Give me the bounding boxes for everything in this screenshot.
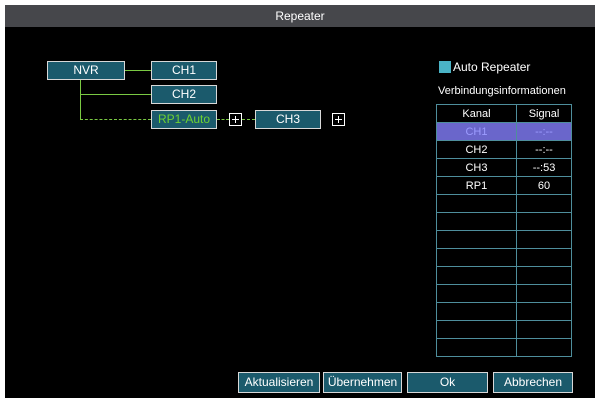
cell-signal (516, 212, 572, 231)
link-rp1-ch3 (242, 119, 255, 120)
window-title: Repeater (5, 5, 595, 27)
cell-kanal (436, 320, 517, 339)
cell-signal (516, 338, 572, 357)
auto-repeater-label: Auto Repeater (453, 60, 531, 74)
cell-kanal: CH2 (436, 140, 517, 159)
cell-signal (516, 302, 572, 321)
node-nvr[interactable]: NVR (47, 61, 125, 80)
connection-table: Kanal Signal CH1 --:-- CH2 --:-- CH3 --:53 … (436, 104, 572, 357)
expand-ch3-icon[interactable] (332, 113, 345, 126)
link-rp1-expand (217, 119, 229, 120)
cell-kanal (436, 212, 517, 231)
table-row[interactable] (436, 212, 572, 231)
link-nvr-ch1 (125, 70, 151, 71)
cell-kanal (436, 302, 517, 321)
cell-signal (516, 266, 572, 285)
connection-info-title: Verbindungsinformationen (438, 85, 566, 97)
refresh-button[interactable]: Aktualisieren (238, 372, 320, 393)
cell-kanal: RP1 (436, 176, 517, 195)
cell-kanal (436, 266, 517, 285)
cell-signal (516, 194, 572, 213)
cell-signal (516, 248, 572, 267)
cell-kanal (436, 338, 517, 357)
node-ch2[interactable]: CH2 (151, 85, 217, 104)
cell-signal (516, 230, 572, 249)
column-header-signal: Signal (516, 104, 572, 123)
cell-kanal (436, 284, 517, 303)
cell-kanal (436, 248, 517, 267)
cell-kanal (436, 230, 517, 249)
table-row[interactable]: CH3 --:53 (436, 158, 572, 177)
node-ch3[interactable]: CH3 (255, 110, 321, 129)
table-row[interactable]: CH1 --:-- (436, 122, 572, 141)
node-ch1[interactable]: CH1 (151, 61, 217, 80)
cell-signal: --:53 (516, 158, 572, 177)
table-row[interactable] (436, 230, 572, 249)
cell-signal (516, 320, 572, 339)
node-rp1-auto[interactable]: RP1-Auto (151, 110, 217, 129)
table-row[interactable] (436, 338, 572, 357)
expand-rp1-icon[interactable] (229, 113, 242, 126)
cell-kanal: CH3 (436, 158, 517, 177)
repeater-window: Repeater NVR CH1 CH2 RP1-Auto CH3 Auto R… (5, 5, 595, 398)
column-header-kanal: Kanal (436, 104, 517, 123)
link-nvr-ch2 (80, 94, 151, 95)
cell-kanal: CH1 (436, 122, 517, 141)
cell-signal: --:-- (516, 140, 572, 159)
table-header-row: Kanal Signal (436, 104, 572, 123)
apply-button[interactable]: Übernehmen (323, 372, 402, 393)
cell-signal (516, 284, 572, 303)
table-row[interactable] (436, 248, 572, 267)
cell-signal: 60 (516, 176, 572, 195)
table-row[interactable]: CH2 --:-- (436, 140, 572, 159)
cancel-button[interactable]: Abbrechen (493, 372, 573, 393)
cell-kanal (436, 194, 517, 213)
table-row[interactable] (436, 302, 572, 321)
table-row[interactable]: RP1 60 (436, 176, 572, 195)
ok-button[interactable]: Ok (407, 372, 488, 393)
link-trunk (80, 80, 81, 119)
table-row[interactable] (436, 320, 572, 339)
cell-signal: --:-- (516, 122, 572, 141)
table-row[interactable] (436, 284, 572, 303)
table-row[interactable] (436, 194, 572, 213)
table-row[interactable] (436, 266, 572, 285)
auto-repeater-checkbox[interactable] (439, 61, 451, 73)
link-nvr-rp1 (80, 119, 151, 120)
